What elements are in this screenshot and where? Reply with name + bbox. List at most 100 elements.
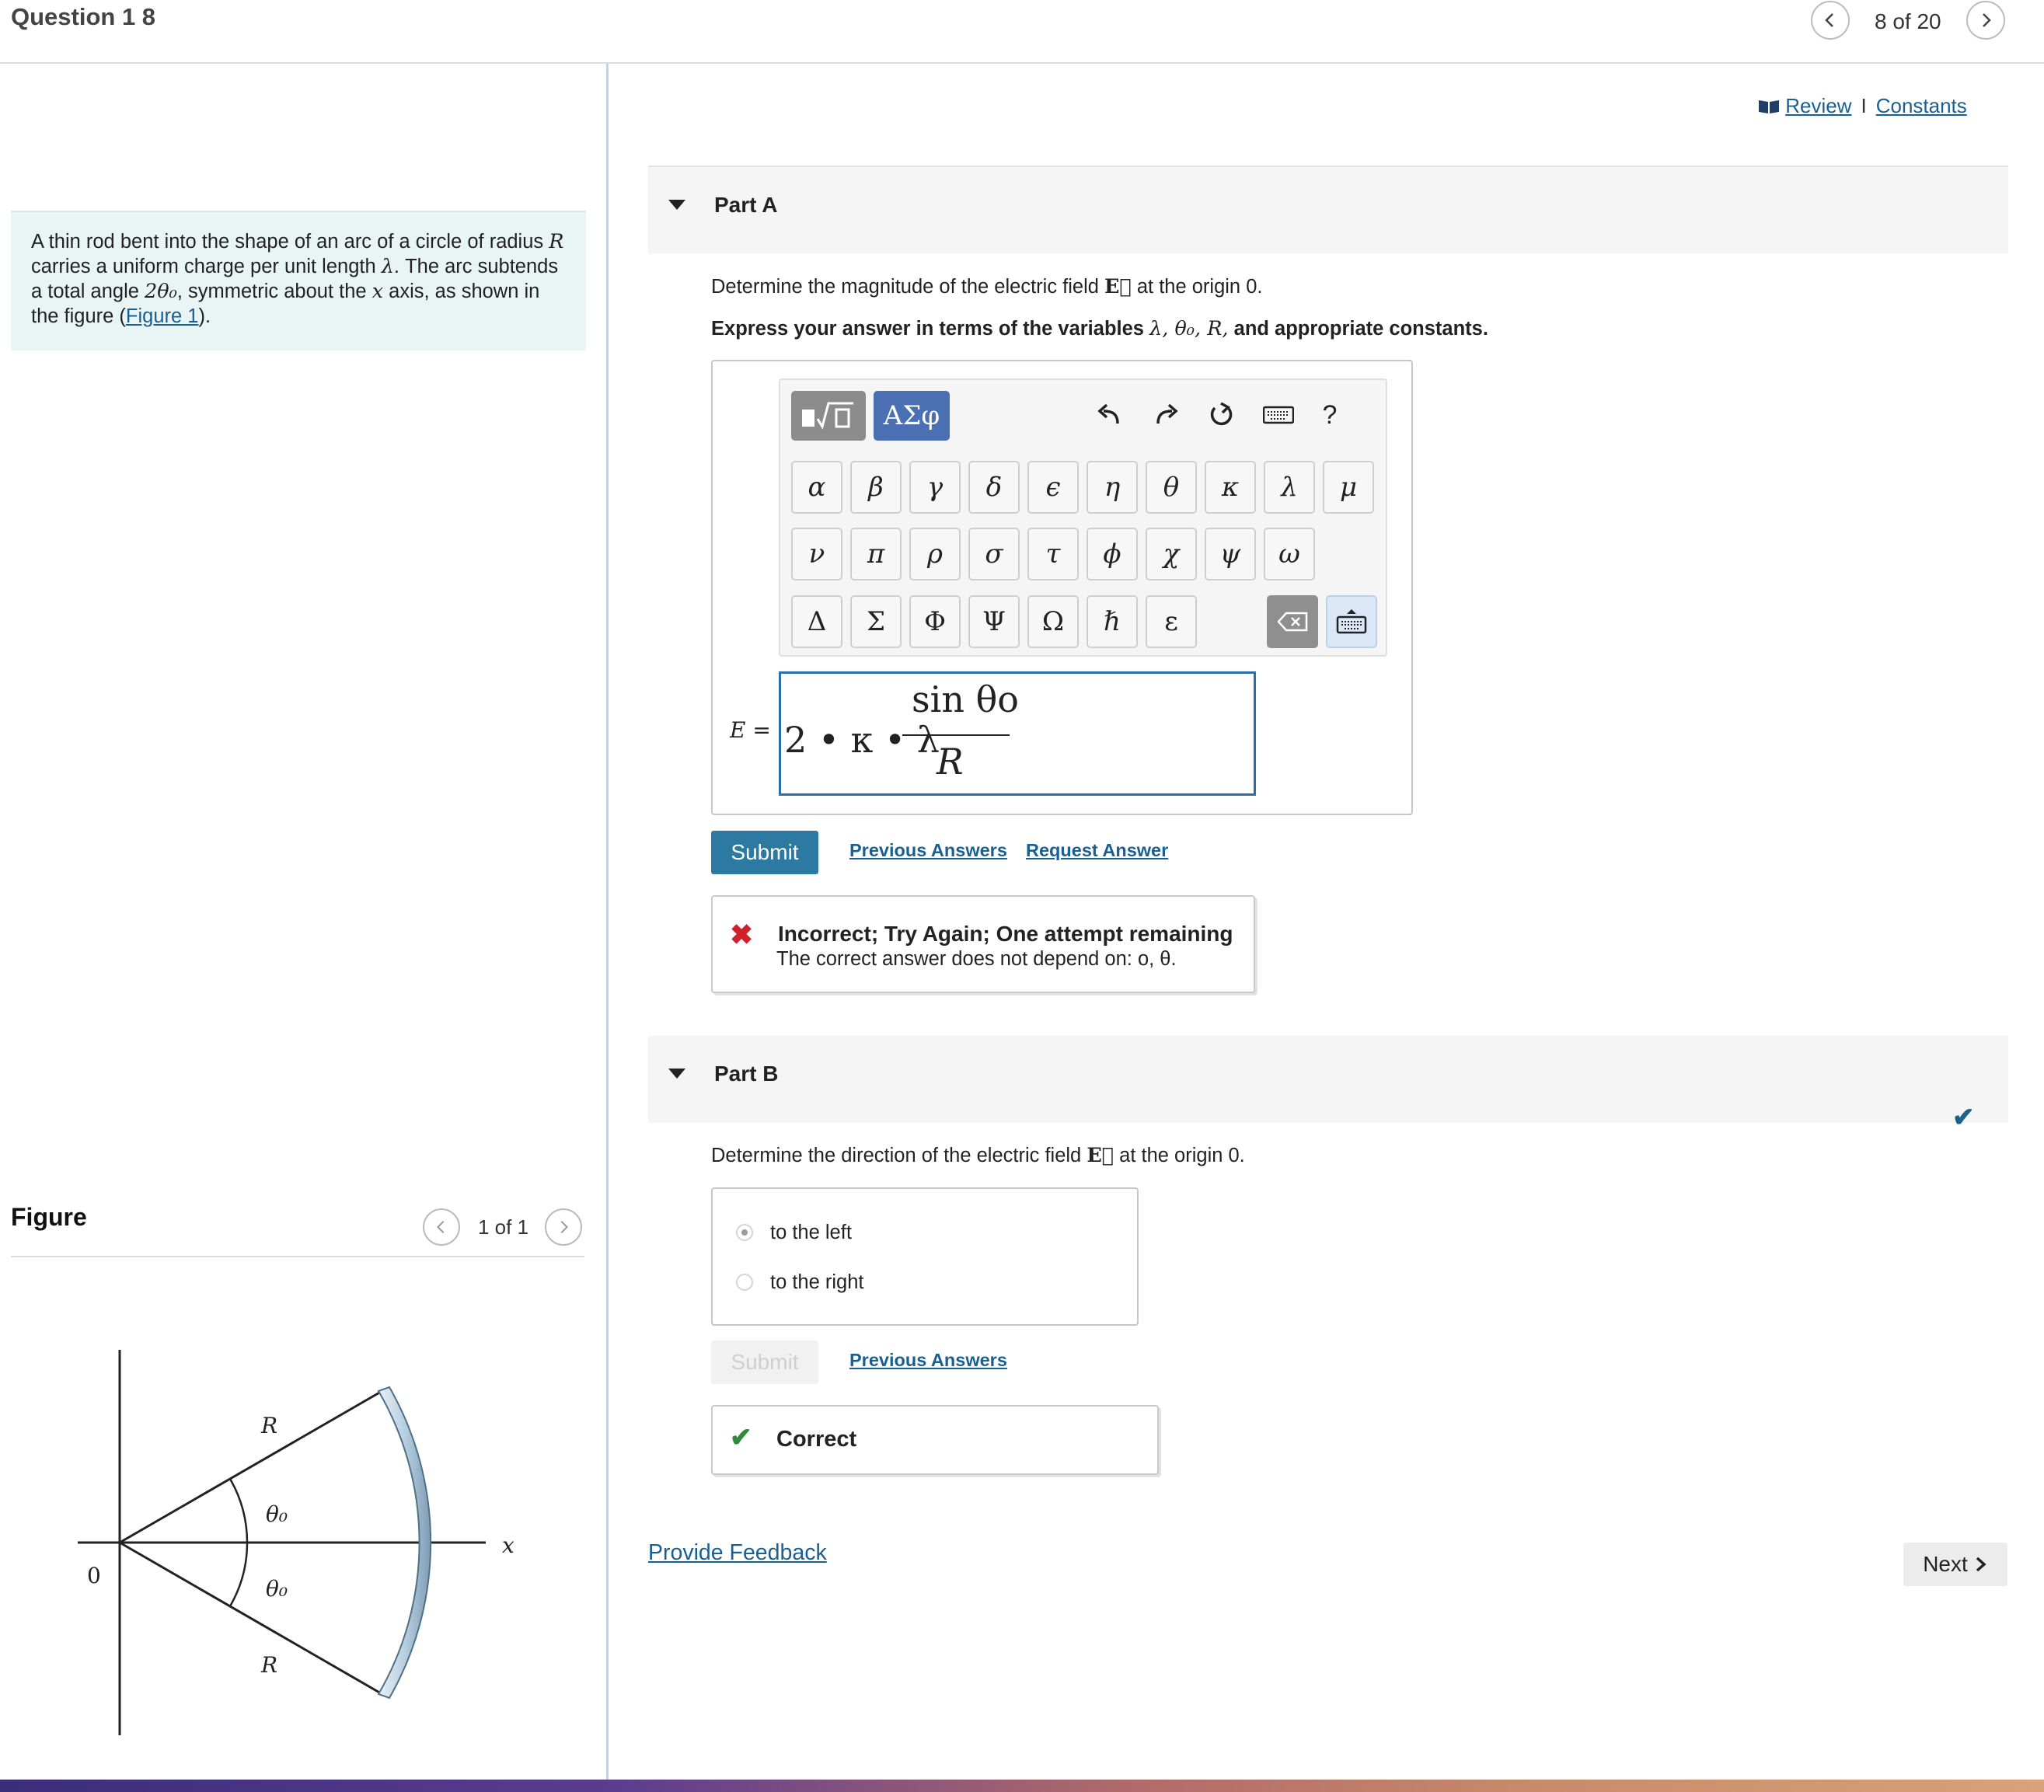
undo-button[interactable] [1088,394,1130,436]
figure-title: Figure [11,1203,87,1231]
greek-key[interactable]: α [791,461,842,514]
greek-key[interactable]: ψ [1205,528,1256,580]
greek-key[interactable]: μ [1323,461,1374,514]
x-axis-label: x [502,1532,514,1558]
math-answer-input[interactable]: 2 • κ • λ sin θo R [779,671,1256,796]
figure-next-button[interactable] [545,1208,582,1246]
previous-question-button[interactable] [1811,1,1850,40]
prompt-text: Determine the direction of the electric … [711,1145,1087,1166]
greek-key[interactable]: β [850,461,902,514]
part-b-complete-check-icon: ✔ [1952,1103,1975,1132]
answer-denominator: R [937,741,964,783]
part-a-header[interactable]: Part A [648,166,2008,254]
part-a-submit-button[interactable]: Submit [711,831,818,874]
feedback-title: Incorrect; Try Again; One attempt remain… [778,922,1233,946]
part-b-previous-answers-link[interactable]: Previous Answers [849,1350,1007,1371]
figure-link[interactable]: Figure 1 [126,305,199,327]
part-a-prompt: Determine the magnitude of the electric … [711,275,1262,298]
constants-link[interactable]: Constants [1876,94,1967,117]
answer-expression-prefix: 2 • κ • λ [784,719,940,761]
undo-icon [1097,403,1119,424]
book-icon [1759,100,1779,113]
intro-text: carries a uniform charge per unit length [31,256,382,277]
greek-key[interactable]: ϵ [1027,461,1079,514]
greek-key[interactable]: η [1087,461,1138,514]
part-a-request-answer-link[interactable]: Request Answer [1026,840,1168,861]
greek-key[interactable]: ρ [909,528,961,580]
prompt-text: at the origin 0. [1114,1145,1245,1166]
angle-arc-top [228,1478,249,1543]
reset-icon [1210,402,1233,426]
chevron-left-icon [1825,13,1833,27]
next-question-button[interactable] [1966,1,2005,40]
fraction-bar [902,734,1010,736]
radius-line-bottom [119,1541,382,1695]
greek-keys-row-1: αβγδϵηθκλμ [791,461,1382,515]
option-label: to the right [770,1271,864,1293]
direction-choices: to the left to the right [711,1187,1139,1326]
part-a-previous-answers-link[interactable]: Previous Answers [849,840,1007,861]
link-separator: I [1861,94,1867,117]
greek-key[interactable]: Ω [1027,595,1079,648]
intro-text: , symmetric about the [176,281,372,302]
provide-feedback-link[interactable]: Provide Feedback [648,1540,827,1566]
greek-key[interactable]: ϕ [1087,528,1138,580]
templates-icon [802,402,853,430]
greek-key[interactable]: ℏ [1087,595,1138,648]
next-label: Next [1923,1552,1968,1576]
option-label: to the left [770,1221,852,1243]
greek-key[interactable]: Φ [909,595,961,648]
review-link[interactable]: Review [1785,94,1851,117]
greek-symbols-button[interactable]: ΑΣφ [874,391,950,441]
greek-key[interactable]: σ [968,528,1020,580]
figure-counter: 1 of 1 [478,1215,529,1239]
templates-button[interactable] [791,391,866,441]
figure-previous-button[interactable] [423,1208,460,1246]
angle-arc-bottom [228,1542,249,1607]
greek-key[interactable]: Δ [791,595,842,648]
greek-key[interactable]: δ [968,461,1020,514]
backspace-key[interactable] [1267,595,1318,648]
origin-label: 0 [87,1563,101,1588]
show-keyboard-key[interactable] [1326,595,1377,648]
vector-E: E⃗ [1104,275,1132,298]
radio-unselected[interactable] [736,1274,753,1291]
incorrect-x-icon: ✖ [730,919,754,950]
greek-key[interactable]: ω [1264,528,1315,580]
instructions-vars: λ, θ₀, R, [1149,317,1229,340]
greek-key[interactable]: ε [1146,595,1197,648]
greek-key[interactable]: Ψ [968,595,1020,648]
intro-text: ). [198,305,211,327]
part-a-feedback: ✖ Incorrect; Try Again; One attempt rema… [711,895,1255,993]
next-button[interactable]: Next [1903,1543,2007,1586]
prompt-text: Determine the magnitude of the electric … [711,276,1105,298]
greek-key[interactable]: θ [1146,461,1197,514]
greek-key[interactable]: τ [1027,528,1079,580]
feedback-title: Correct [776,1427,857,1452]
greek-key[interactable]: π [850,528,902,580]
greek-key[interactable]: γ [909,461,961,514]
greek-key[interactable]: κ [1205,461,1256,514]
intro-text: A thin rod bent into the shape of an arc… [31,231,549,253]
radio-selected[interactable] [736,1224,753,1241]
theta-label-top: θ₀ [266,1501,288,1527]
desktop-dock-strip [0,1780,2044,1792]
part-a-title: Part A [714,193,778,217]
greek-key[interactable]: λ [1264,461,1315,514]
theta-label-bottom: θ₀ [266,1576,288,1602]
radio-dot [741,1229,748,1236]
question-title: Question 1 8 [11,3,156,30]
part-b-header[interactable]: Part B [648,1036,2008,1123]
question-counter: 8 of 20 [1875,9,1941,33]
reset-button[interactable] [1200,394,1242,436]
greek-key[interactable]: Σ [850,595,902,648]
redo-button[interactable] [1146,394,1188,436]
keyboard-shortcuts-button[interactable] [1257,394,1299,436]
greek-key[interactable]: ν [791,528,842,580]
answer-label-text: E = [730,717,771,743]
option-to-the-left[interactable]: to the left [736,1217,852,1248]
help-button[interactable]: ? [1309,394,1351,436]
greek-key[interactable]: χ [1146,528,1197,580]
radius-label-bottom: R [260,1652,277,1678]
option-to-the-right[interactable]: to the right [736,1267,864,1298]
